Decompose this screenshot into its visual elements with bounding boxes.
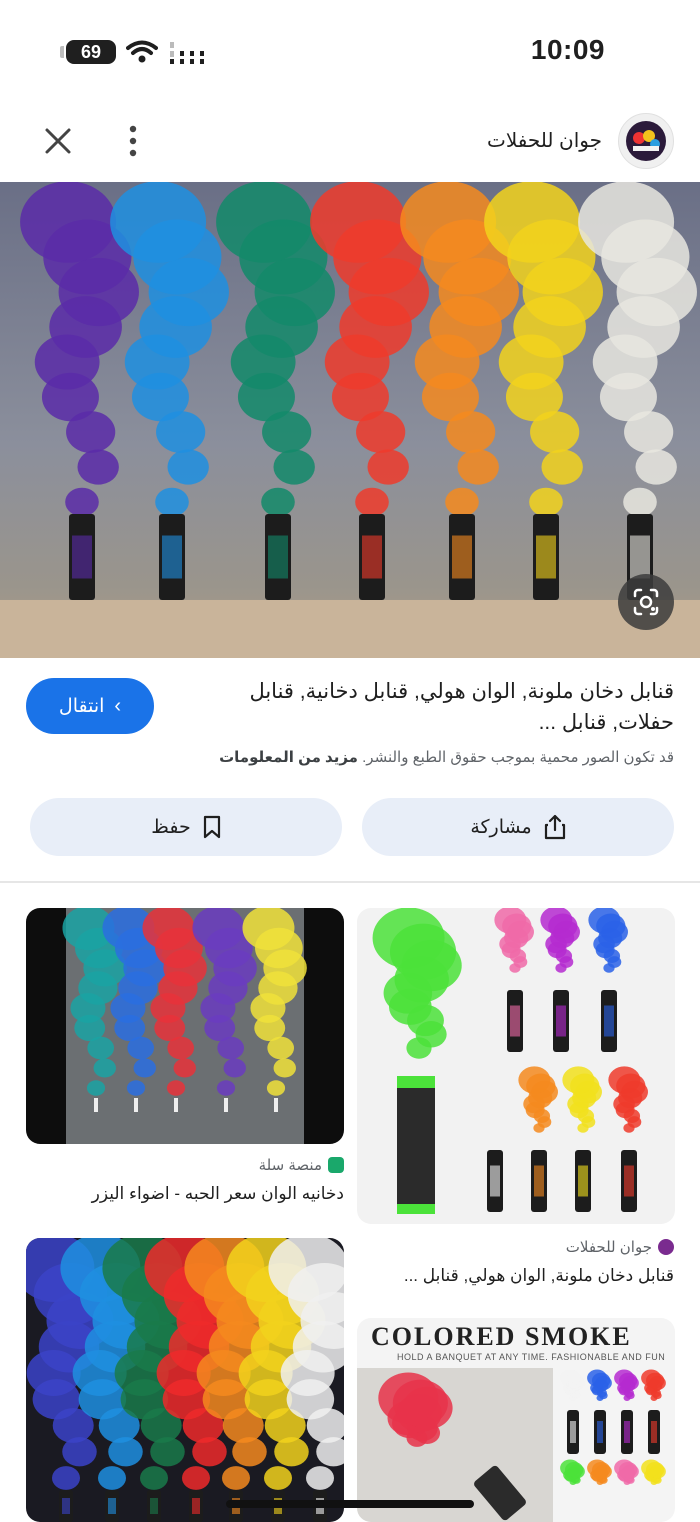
smoke-stick bbox=[174, 1098, 178, 1112]
smoke-canister bbox=[507, 990, 523, 1052]
hero-image[interactable] bbox=[0, 182, 700, 658]
section-divider bbox=[0, 881, 700, 883]
source-logo-icon[interactable] bbox=[618, 113, 674, 169]
copyright-notice: قد تكون الصور محمية بموجب حقوق الطبع وال… bbox=[219, 748, 674, 766]
bookmark-icon bbox=[203, 815, 220, 839]
copyright-text: قد تكون الصور محمية بموجب حقوق الطبع وال… bbox=[362, 749, 674, 766]
related-source-1: منصة سلة bbox=[258, 1157, 322, 1174]
smoke-stick bbox=[134, 1098, 138, 1112]
visit-button[interactable]: انتقال ‹ bbox=[26, 678, 154, 734]
smoke-canister bbox=[621, 1410, 633, 1454]
visit-label: انتقال bbox=[58, 695, 105, 717]
canister-band bbox=[397, 1076, 435, 1088]
smoke-plume bbox=[608, 1066, 648, 1133]
smoke-plume bbox=[588, 908, 628, 973]
save-button[interactable]: حفظ bbox=[30, 798, 342, 856]
smoke-plume bbox=[578, 182, 697, 517]
smoke-canister bbox=[533, 514, 559, 600]
related-image-1[interactable] bbox=[26, 908, 344, 1144]
smoke-plume bbox=[587, 1369, 612, 1401]
wifi-icon bbox=[126, 40, 158, 63]
smoke-plume bbox=[614, 1369, 639, 1401]
smoke-stick bbox=[274, 1098, 278, 1112]
smoke-stick bbox=[94, 1098, 98, 1112]
status-time: 10:09 bbox=[530, 34, 605, 65]
share-label: مشاركة bbox=[470, 816, 532, 838]
source-logo-small-icon bbox=[658, 1239, 674, 1255]
learn-more-link[interactable]: مزيد من المعلومات bbox=[219, 749, 358, 766]
save-label: حفظ bbox=[151, 816, 191, 838]
smoke-plume bbox=[110, 182, 229, 517]
lens-icon bbox=[633, 588, 659, 616]
smoke-plume bbox=[587, 1459, 612, 1485]
smoke-canister bbox=[105, 1490, 119, 1522]
smoke-plume bbox=[372, 908, 462, 1059]
smoke-plume bbox=[540, 908, 580, 973]
smoke-plume bbox=[641, 1369, 666, 1401]
smoke-plume bbox=[614, 1459, 639, 1485]
related-meta-4[interactable]: جوان للحفلات قنابل دخان ملونة, الوان هول… bbox=[356, 1238, 674, 1286]
smoke-canister bbox=[189, 1490, 203, 1522]
canister-band bbox=[397, 1204, 435, 1214]
close-icon[interactable] bbox=[42, 125, 74, 157]
smoke-canister bbox=[531, 1150, 547, 1212]
smoke-plume bbox=[562, 1066, 602, 1133]
smoke-canister bbox=[594, 1410, 606, 1454]
salla-icon bbox=[328, 1157, 344, 1173]
smoke-plume bbox=[494, 908, 534, 973]
smoke-plume bbox=[474, 1066, 514, 1133]
battery-indicator: 69 bbox=[60, 40, 116, 64]
smoke-plume bbox=[641, 1459, 666, 1485]
smoke-canister bbox=[601, 990, 617, 1052]
smoke-canister bbox=[567, 1410, 579, 1454]
more-options-icon[interactable] bbox=[122, 123, 144, 159]
smoke-plume bbox=[560, 1459, 585, 1485]
smoke-stick bbox=[224, 1098, 228, 1112]
lens-search-button[interactable] bbox=[618, 574, 674, 630]
smoke-canister bbox=[159, 514, 185, 600]
smoke-plume bbox=[518, 1066, 558, 1133]
related-image-2[interactable] bbox=[357, 908, 675, 1224]
smoke-canister bbox=[487, 1150, 503, 1212]
smoke-plume bbox=[560, 1369, 585, 1401]
source-name[interactable]: جوان للحفلات bbox=[487, 128, 602, 153]
signal-icon bbox=[170, 42, 204, 64]
result-title[interactable]: قنابل دخان ملونة, الوان هولي, قنابل دخان… bbox=[214, 676, 674, 738]
share-button[interactable]: مشاركة bbox=[362, 798, 674, 856]
home-indicator bbox=[226, 1500, 474, 1508]
smoke-canister bbox=[147, 1490, 161, 1522]
smoke-canister bbox=[359, 514, 385, 600]
smoke-canister bbox=[265, 514, 291, 600]
smoke-canister bbox=[575, 1150, 591, 1212]
smoke-canister bbox=[69, 514, 95, 600]
related-image-3[interactable] bbox=[26, 1238, 344, 1522]
share-icon bbox=[544, 814, 565, 840]
related-meta-1[interactable]: منصة سلة دخانيه الوان سعر الحبه - اضواء … bbox=[26, 1156, 344, 1204]
chevron-left-icon: ‹ bbox=[114, 694, 122, 717]
related-source-4: جوان للحفلات bbox=[565, 1239, 652, 1256]
smoke-canister bbox=[621, 1150, 637, 1212]
smoke-canister bbox=[449, 514, 475, 600]
table-surface bbox=[0, 600, 700, 658]
related-title-4: قنابل دخان ملونة, الوان هولي, قنابل ... bbox=[403, 1266, 674, 1285]
smoke-canister bbox=[397, 1076, 435, 1214]
smoke-canister bbox=[648, 1410, 660, 1454]
smoke-canister bbox=[59, 1490, 73, 1522]
related-title-1: دخانيه الوان سعر الحبه - اضواء اليزر bbox=[91, 1184, 344, 1203]
smoke-canister bbox=[553, 990, 569, 1052]
related-image-4[interactable]: COLORED SMOKE HOLD A BANQUET AT ANY TIME… bbox=[357, 1318, 675, 1522]
